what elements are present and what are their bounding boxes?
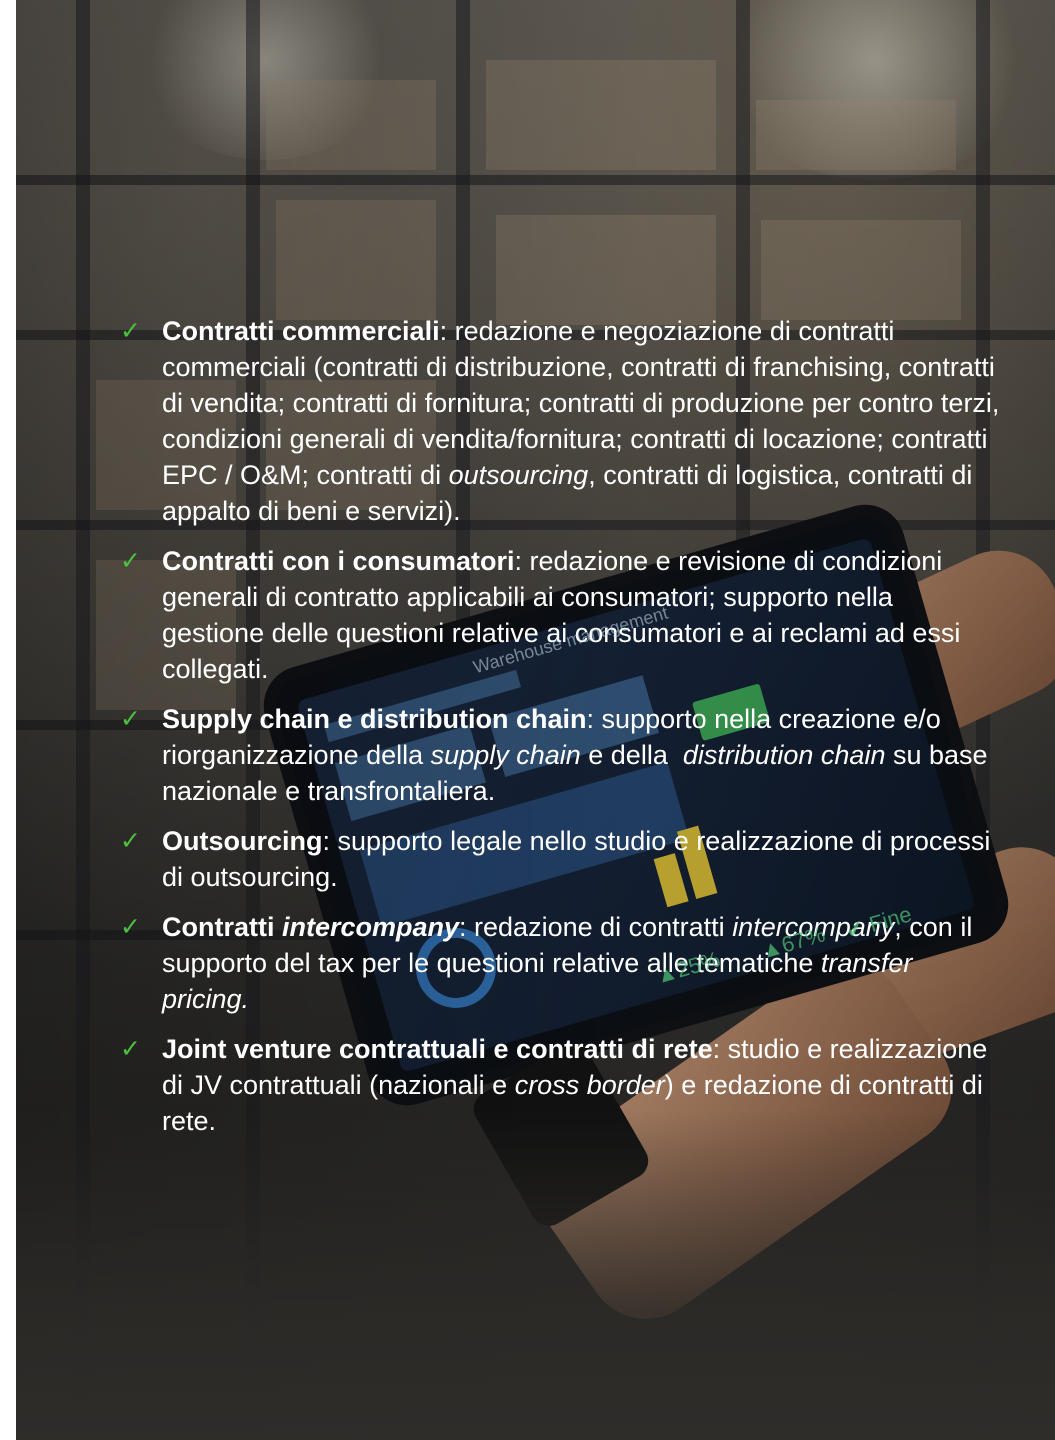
item-title: Joint venture contrattuali e contratti d… <box>162 1034 713 1064</box>
check-icon: ✓ <box>120 826 141 855</box>
item-italic: cross border <box>514 1070 665 1100</box>
item-italic: outsourcing <box>448 460 589 490</box>
list-item: ✓ Outsourcing: supporto legale nello stu… <box>120 823 1000 895</box>
list-item: ✓ Joint venture contrattuali e contratti… <box>120 1031 1000 1139</box>
list-item: ✓ Contratti commerciali: redazione e neg… <box>120 313 1000 529</box>
item-title: Supply chain e distribution chain <box>162 704 587 734</box>
services-list: ✓ Contratti commerciali: redazione e neg… <box>120 313 1000 1153</box>
page: ✓ Contratti commerciali: redazione e neg… <box>0 0 1055 1440</box>
check-icon: ✓ <box>120 704 141 733</box>
item-italic: supply chain <box>430 740 581 770</box>
check-icon: ✓ <box>120 316 141 345</box>
item-title: Contratti con i consumatori <box>162 546 515 576</box>
item-text: e della <box>580 740 683 770</box>
list-item: ✓ Supply chain e distribution chain: sup… <box>120 701 1000 809</box>
item-title: Contratti <box>162 912 282 942</box>
item-text: : redazione di contratti <box>459 912 733 942</box>
item-title: Outsourcing <box>162 826 323 856</box>
bottom-fade <box>16 1110 1055 1440</box>
check-icon: ✓ <box>120 1034 141 1063</box>
item-title: Contratti commerciali <box>162 316 440 346</box>
item-italic: distribution chain <box>682 740 886 770</box>
list-item: ✓ Contratti con i consumatori: redazione… <box>120 543 1000 687</box>
item-title-italic: intercompany <box>281 912 460 942</box>
check-icon: ✓ <box>120 546 141 575</box>
check-icon: ✓ <box>120 912 141 941</box>
